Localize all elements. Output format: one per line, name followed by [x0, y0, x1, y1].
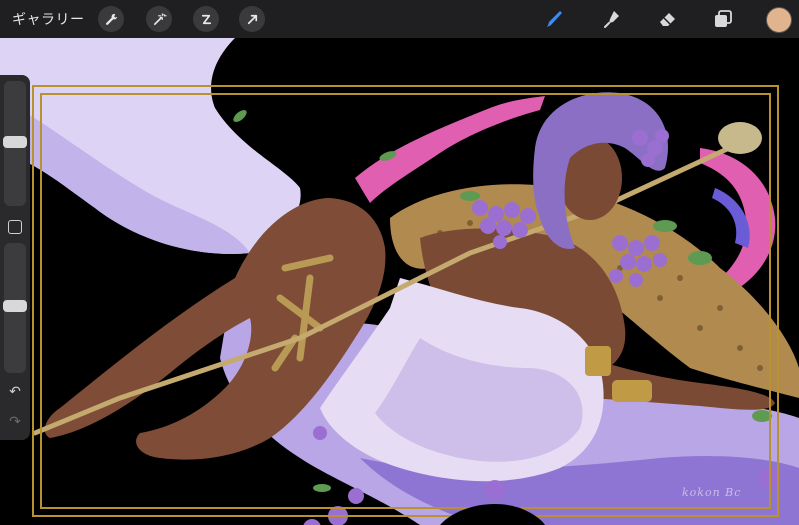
brush-icon	[547, 11, 562, 27]
smudge-tool-button[interactable]	[600, 7, 624, 31]
modify-button[interactable]	[8, 220, 22, 234]
thyrsus-pinecone	[718, 122, 762, 154]
redo-icon: ↷	[9, 414, 21, 430]
bracelet-lower	[612, 380, 652, 402]
smudge-icon	[604, 11, 619, 28]
adjustments-button[interactable]	[146, 6, 172, 32]
transform-button[interactable]	[239, 6, 265, 32]
layers-button[interactable]	[711, 7, 735, 31]
selection-s-icon	[201, 14, 211, 24]
procreate-app: ギャラリー kokon Bc ↶ ↷	[0, 0, 799, 525]
arrow-cursor-icon	[247, 14, 257, 24]
color-picker-button[interactable]	[766, 7, 792, 33]
opacity-slider[interactable]	[3, 243, 27, 373]
gallery-button[interactable]: ギャラリー	[12, 9, 85, 29]
brush-size-slider[interactable]	[3, 81, 27, 206]
artist-signature: kokon Bc	[682, 486, 742, 499]
eraser-icon	[660, 13, 675, 26]
brush-tool-button[interactable]	[543, 7, 567, 31]
actions-button[interactable]	[98, 6, 124, 32]
drawing-canvas[interactable]: kokon Bc	[0, 38, 799, 525]
selection-button[interactable]	[193, 6, 219, 32]
undo-button[interactable]: ↶	[6, 383, 24, 401]
top-toolbar: ギャラリー	[0, 0, 799, 38]
opacity-thumb[interactable]	[3, 300, 27, 312]
bracelet-upper	[585, 346, 611, 376]
wrench-icon	[105, 13, 117, 25]
redo-button[interactable]: ↷	[6, 413, 24, 431]
magic-wand-icon	[153, 12, 167, 25]
eraser-tool-button[interactable]	[656, 7, 680, 31]
layers-icon	[715, 10, 732, 27]
left-sidebar: ↶ ↷	[0, 75, 30, 440]
undo-icon: ↶	[9, 384, 21, 400]
artwork	[0, 38, 799, 525]
brush-size-thumb[interactable]	[3, 136, 27, 148]
